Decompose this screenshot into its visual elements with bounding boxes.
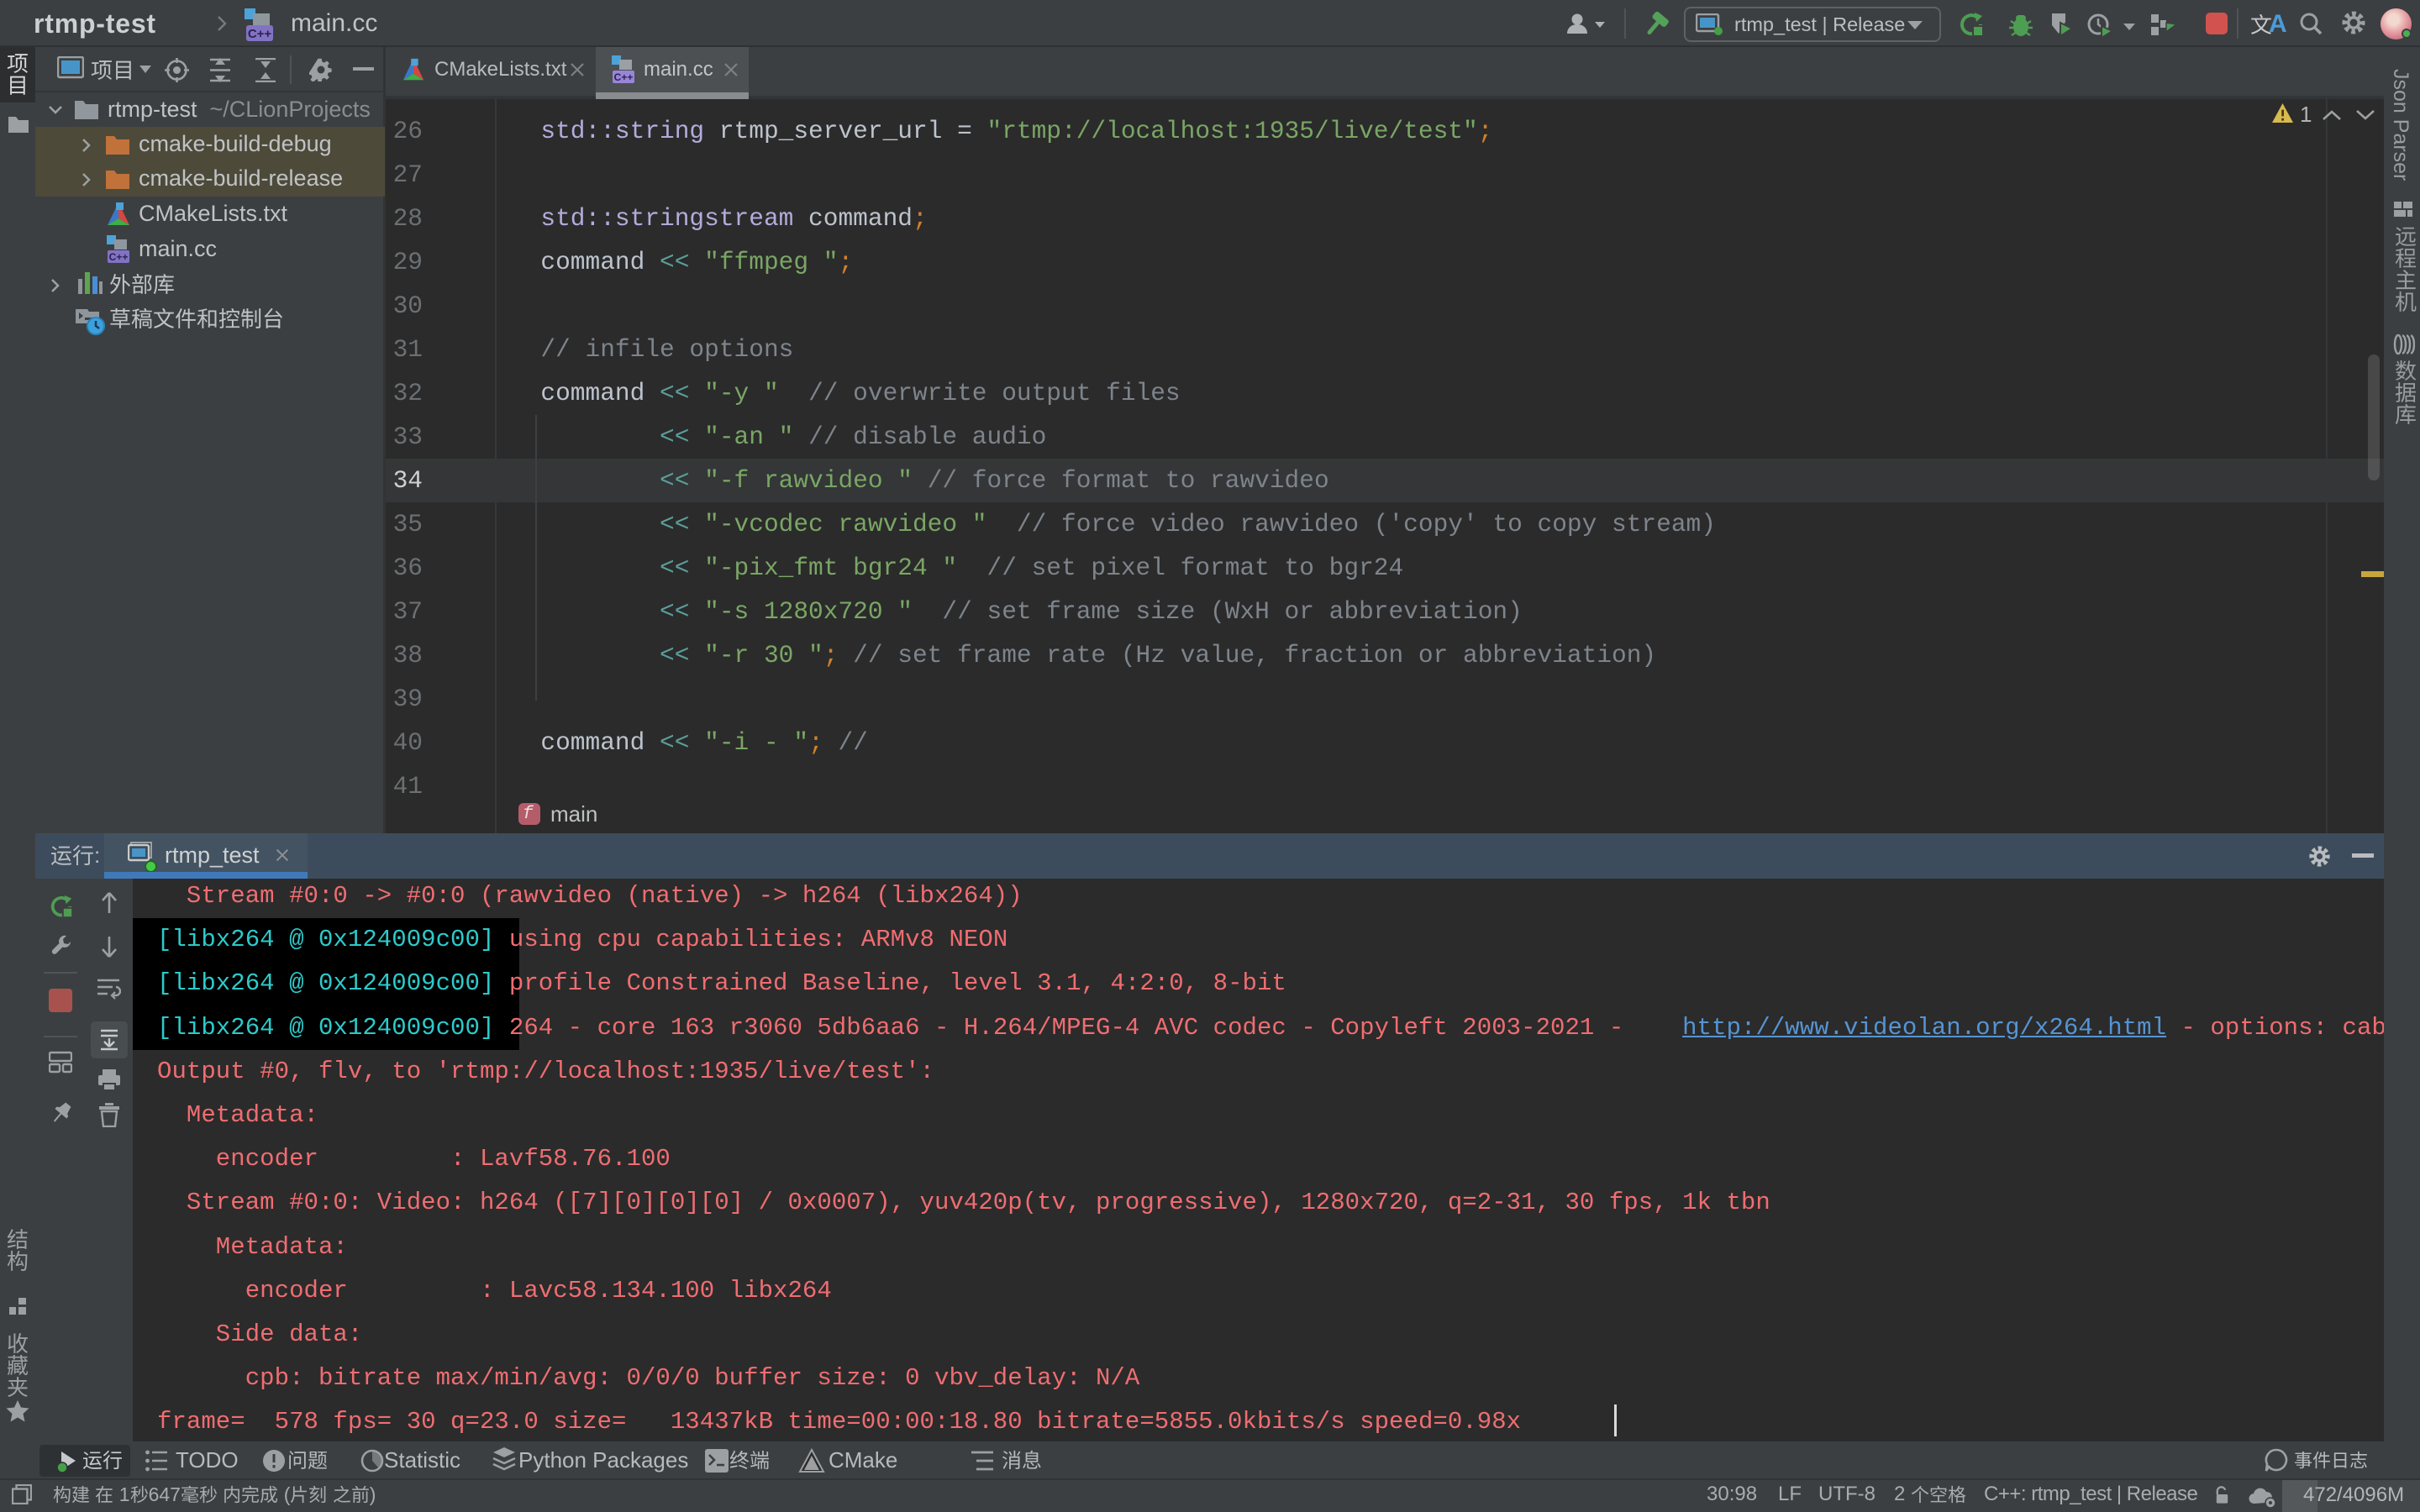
svg-text:C++: C++ (248, 27, 272, 41)
svg-text:C++: C++ (109, 251, 129, 263)
svg-text:C++: C++ (614, 71, 634, 83)
